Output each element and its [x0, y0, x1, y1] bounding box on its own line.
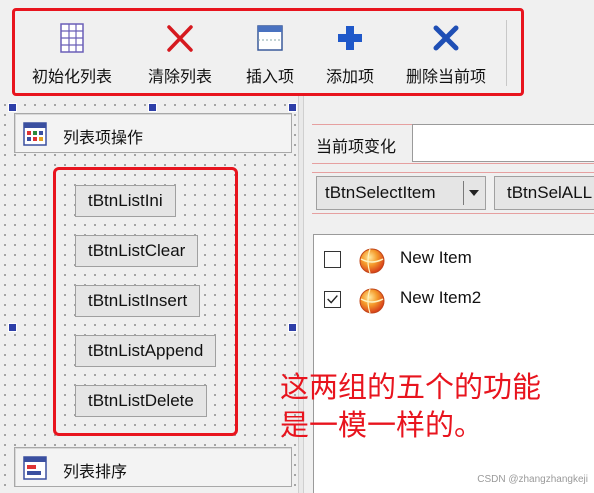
highlight-box-buttons — [53, 167, 238, 436]
dropdown-arrow-icon[interactable] — [469, 190, 479, 196]
select-item-label: tBtnSelectItem — [325, 183, 436, 202]
list-item-ops-label: 列表项操作 — [63, 128, 144, 147]
item-text: New Item — [400, 248, 472, 267]
form-sort-icon — [23, 456, 47, 480]
form-grid-icon — [23, 122, 47, 146]
list-item-ops-group-button[interactable]: 列表项操作 — [14, 113, 292, 153]
annotation-line-2: 是一模一样的。 — [280, 408, 484, 442]
resize-handle[interactable] — [8, 103, 17, 112]
item-checkbox-checked[interactable] — [324, 291, 341, 308]
toolbar: 初始化列表 清除列表 插入项 添加项 删除当前项 — [0, 0, 594, 96]
current-item-field[interactable] — [412, 124, 594, 162]
orange-ball-icon — [359, 248, 385, 274]
check-mark-icon — [327, 295, 338, 304]
highlight-box-toolbar — [12, 8, 524, 96]
list-sort-label: 列表排序 — [63, 462, 128, 481]
annotation-text: 这两组的五个的功能 是一模一样的。 — [280, 368, 580, 444]
item-list-box[interactable]: New Item New Item2 — [313, 234, 594, 493]
dropdown-divider — [463, 181, 464, 205]
current-item-label: 当前项变化 — [316, 137, 397, 156]
resize-handle[interactable] — [148, 103, 157, 112]
watermark: CSDN @zhangzhangkeji — [477, 474, 588, 485]
list-sort-group-button[interactable]: 列表排序 — [14, 447, 292, 487]
annotation-line-1: 这两组的五个的功能 — [280, 370, 542, 404]
list-item[interactable]: New Item — [324, 245, 584, 275]
select-all-button[interactable]: tBtnSelALL — [494, 176, 594, 210]
orange-ball-icon — [359, 288, 385, 314]
item-text: New Item2 — [400, 288, 482, 307]
select-item-dropdown-button[interactable]: tBtnSelectItem — [316, 176, 486, 210]
resize-handle[interactable] — [8, 323, 17, 332]
resize-handle[interactable] — [288, 103, 297, 112]
list-item[interactable]: New Item2 — [324, 285, 584, 315]
resize-handle[interactable] — [288, 323, 297, 332]
item-checkbox[interactable] — [324, 251, 341, 268]
